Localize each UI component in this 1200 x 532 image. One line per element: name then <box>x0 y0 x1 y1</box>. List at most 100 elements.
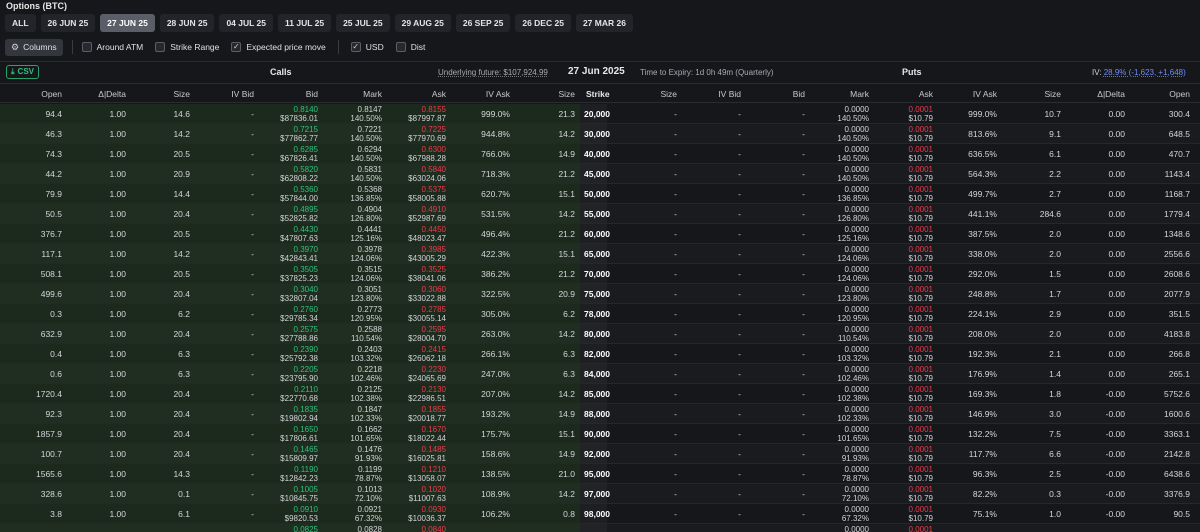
expiry-tab-8[interactable]: 26 SEP 25 <box>455 14 511 32</box>
toggle-1[interactable]: Strike Range <box>155 42 219 52</box>
cell-p-ask[interactable]: 0.0001 $10.79 <box>909 184 933 204</box>
cell-p-ivask[interactable]: 248.8% <box>968 284 997 304</box>
cell-c-bid[interactable]: 0.1005 $10845.75 <box>280 484 318 504</box>
cell-c-ask[interactable]: 0.3525 $38041.06 <box>408 264 446 284</box>
cell-c-ivask[interactable]: 106.2% <box>481 504 510 524</box>
cell-c-bid[interactable]: 0.7215 $77862.77 <box>280 124 318 144</box>
cell-c-ivbid[interactable]: - <box>251 444 254 464</box>
cell-c-bid[interactable]: 0.1465 $15809.97 <box>280 444 318 464</box>
cell-p-ivask[interactable]: 96.3% <box>973 464 997 484</box>
cell-c-bid[interactable]: 0.1650 $17806.61 <box>280 424 318 444</box>
cell-c-ivask[interactable]: 322.5% <box>481 284 510 304</box>
cell-c-ivbid[interactable]: - <box>251 404 254 424</box>
toggle-4[interactable]: Dist <box>395 42 425 52</box>
cell-p-ivbid[interactable]: - <box>738 444 741 464</box>
cell-p-ivbid[interactable]: - <box>738 484 741 504</box>
cell-c-bid[interactable]: 0.4895 $52825.82 <box>280 204 318 224</box>
cell-c-ask[interactable]: 0.8155 $87997.87 <box>408 104 446 124</box>
cell-c-bid[interactable]: 0.2110 $22770.68 <box>280 384 318 404</box>
cell-p-ivask[interactable]: 292.0% <box>968 264 997 284</box>
cell-p-ask[interactable]: 0.0001 $10.79 <box>909 324 933 344</box>
cell-c-bid[interactable]: 0.3040 $32807.04 <box>280 284 318 304</box>
cell-c-ivask[interactable]: 496.4% <box>481 224 510 244</box>
cell-p-bid[interactable]: - <box>802 344 805 364</box>
table-row[interactable]: 328.6 1.00 0.1 - 0.1005 $10845.75 0.1013 72.10%… <box>0 484 1200 504</box>
cell-c-ivask[interactable]: 247.0% <box>481 364 510 384</box>
cell-p-ivbid[interactable]: - <box>738 224 741 244</box>
expiry-tab-1[interactable]: 26 JUN 25 <box>40 14 96 32</box>
table-row[interactable]: 79.9 1.00 14.4 - 0.5360 $57844.00 0.5368 136.85… <box>0 184 1200 204</box>
cell-c-bid[interactable]: 0.8140 $87836.01 <box>280 104 318 124</box>
cell-p-ivask[interactable]: 564.3% <box>968 164 997 184</box>
cell-p-ask[interactable]: 0.0001 $10.79 <box>909 504 933 524</box>
cell-c-ask[interactable]: 0.4910 $52987.69 <box>408 204 446 224</box>
cell-c-ivask[interactable]: 193.2% <box>481 404 510 424</box>
table-row[interactable]: 1565.6 1.00 14.3 - 0.1190 $12842.23 0.1199 78.8… <box>0 464 1200 484</box>
table-row[interactable]: 1857.9 1.00 20.4 - 0.1650 $17806.61 0.1662 101.… <box>0 424 1200 444</box>
cell-p-bid[interactable]: - <box>802 364 805 384</box>
toggle-2[interactable]: ✓ Expected price move <box>231 42 326 52</box>
cell-c-ivbid[interactable]: - <box>251 104 254 124</box>
column-header[interactable]: Ask <box>919 89 933 99</box>
cell-p-ivask[interactable]: 169.3% <box>968 384 997 404</box>
cell-p-ask[interactable]: 0.0001 <box>909 524 933 532</box>
cell-p-ask[interactable]: 0.0001 $10.79 <box>909 404 933 424</box>
column-header[interactable]: Δ|Delta <box>98 89 126 99</box>
cell-p-ivbid[interactable]: - <box>738 504 741 524</box>
column-header[interactable]: IV Bid <box>231 89 254 99</box>
cell-p-ask[interactable]: 0.0001 $10.79 <box>909 424 933 444</box>
cell-c-ivbid[interactable]: - <box>251 204 254 224</box>
cell-p-ask[interactable]: 0.0001 $10.79 <box>909 384 933 404</box>
cell-c-bid[interactable]: 0.2205 $23795.90 <box>280 364 318 384</box>
table-row[interactable]: 50.5 1.00 20.4 - 0.4895 $52825.82 0.4904 126.80… <box>0 204 1200 224</box>
cell-c-bid[interactable]: 0.6285 $67826.41 <box>280 144 318 164</box>
cell-c-ivask[interactable]: 386.2% <box>481 264 510 284</box>
cell-c-ask[interactable]: 0.0930 $10036.37 <box>408 504 446 524</box>
cell-p-bid[interactable]: - <box>802 324 805 344</box>
table-row[interactable]: 0.3 1.00 6.2 - 0.2760 $29785.34 0.2773 120.95% 0… <box>0 304 1200 324</box>
cell-p-ask[interactable]: 0.0001 $10.79 <box>909 244 933 264</box>
expiry-tab-3[interactable]: 28 JUN 25 <box>159 14 215 32</box>
column-header[interactable]: IV Ask <box>486 89 510 99</box>
cell-p-ivbid[interactable]: - <box>738 164 741 184</box>
cell-c-ask[interactable]: 0.3985 $43005.29 <box>408 244 446 264</box>
cell-c-ivbid[interactable]: - <box>251 504 254 524</box>
column-header[interactable]: IV Bid <box>718 89 741 99</box>
column-header[interactable]: Mark <box>850 89 869 99</box>
cell-c-ivbid[interactable]: - <box>251 284 254 304</box>
cell-c-ask[interactable]: 0.0840 <box>422 524 446 532</box>
cell-p-ivask[interactable]: 192.3% <box>968 344 997 364</box>
checkbox-icon[interactable] <box>395 42 406 52</box>
column-header[interactable]: Size <box>173 89 190 99</box>
toggle-0[interactable]: Around ATM <box>81 42 143 52</box>
column-header[interactable]: Size <box>660 89 677 99</box>
cell-c-ivbid[interactable]: - <box>251 304 254 324</box>
table-row[interactable]: 117.1 1.00 14.2 - 0.3970 $42843.41 0.3978 124.0… <box>0 244 1200 264</box>
cell-c-ivbid[interactable]: - <box>251 124 254 144</box>
columns-button[interactable]: ⚙ Columns <box>5 38 63 56</box>
iv-value[interactable]: 28.9% (-1,623, +1,648) <box>1104 68 1186 77</box>
cell-c-ivbid[interactable]: - <box>251 464 254 484</box>
cell-c-ivask[interactable]: 718.3% <box>481 164 510 184</box>
cell-c-ivask[interactable]: 999.0% <box>481 104 510 124</box>
cell-p-bid[interactable]: - <box>802 104 805 124</box>
cell-c-bid[interactable]: 0.0825 <box>294 524 318 532</box>
cell-c-ask[interactable]: 0.2230 $24065.69 <box>408 364 446 384</box>
cell-c-bid[interactable]: 0.2575 $27788.86 <box>280 324 318 344</box>
cell-c-ivbid[interactable]: - <box>251 384 254 404</box>
cell-p-bid[interactable]: - <box>802 304 805 324</box>
column-header[interactable]: Open <box>41 89 62 99</box>
table-row[interactable]: 0.4 1.00 6.3 - 0.2390 $25792.38 0.2403 103.32% 0… <box>0 344 1200 364</box>
cell-c-ask[interactable]: 0.1485 $16025.81 <box>408 444 446 464</box>
cell-c-ask[interactable]: 0.1670 $18022.44 <box>408 424 446 444</box>
cell-p-ivbid[interactable]: - <box>738 264 741 284</box>
cell-c-ask[interactable]: 0.5375 $58005.88 <box>408 184 446 204</box>
cell-c-bid[interactable]: 0.3970 $42843.41 <box>280 244 318 264</box>
cell-p-ivask[interactable]: 499.7% <box>968 184 997 204</box>
cell-c-ask[interactable]: 0.2130 $22986.51 <box>408 384 446 404</box>
cell-p-ask[interactable]: 0.0001 $10.79 <box>909 304 933 324</box>
cell-p-bid[interactable]: - <box>802 224 805 244</box>
cell-c-ivask[interactable]: 422.3% <box>481 244 510 264</box>
cell-c-ivask[interactable]: 175.7% <box>481 424 510 444</box>
column-header[interactable]: Bid <box>793 89 805 99</box>
